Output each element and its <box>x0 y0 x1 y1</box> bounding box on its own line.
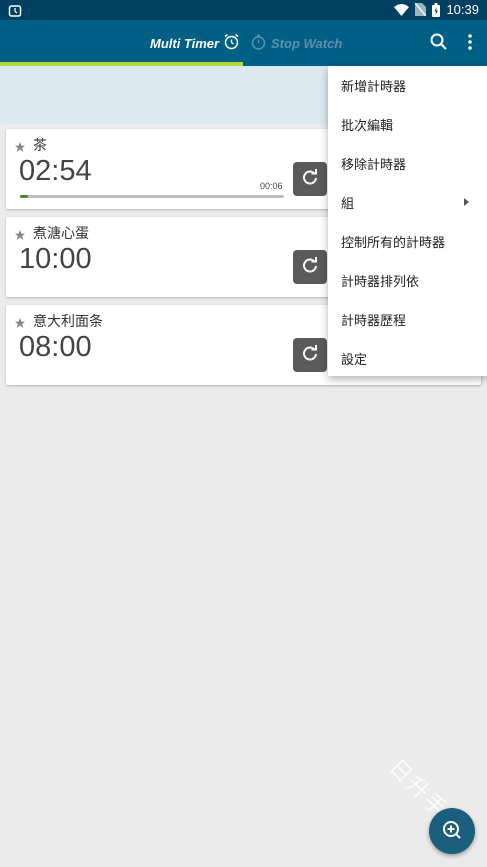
menu-item-batch-edit[interactable]: 批次編輯 <box>328 105 487 144</box>
search-icon[interactable] <box>429 32 449 52</box>
tab-multi-timer-label: Multi Timer <box>150 35 220 51</box>
timer-name: 意大利面条 <box>33 314 103 330</box>
overflow-menu: 新增計時器 批次編輯 移除計時器 組 控制所有的計時器 計時器排列依 計時器歷程… <box>328 66 487 376</box>
menu-item-add-timer[interactable]: 新增計時器 <box>328 66 487 105</box>
wifi-icon <box>394 3 410 16</box>
menu-item-label: 批次編輯 <box>341 119 394 134</box>
menu-item-label: 移除計時器 <box>341 158 407 173</box>
menu-item-remove-timer[interactable]: 移除計時器 <box>328 144 487 183</box>
star-icon[interactable] <box>14 226 26 240</box>
reset-icon <box>301 344 319 366</box>
menu-item-history[interactable]: 計時器歷程 <box>328 300 487 339</box>
star-icon[interactable] <box>14 138 26 152</box>
menu-item-label: 控制所有的計時器 <box>341 236 446 251</box>
battery-icon <box>432 2 441 17</box>
reset-button[interactable] <box>293 162 327 196</box>
reset-icon <box>301 168 319 190</box>
elapsed-time: 00:06 <box>260 181 283 191</box>
reset-button[interactable] <box>293 338 327 372</box>
status-time: 10:39 <box>446 2 479 17</box>
alarm-icon <box>8 3 22 17</box>
timer-time: 02:54 <box>19 155 92 187</box>
tab-stop-watch-label: Stop Watch <box>271 35 343 51</box>
menu-item-label: 設定 <box>341 353 368 368</box>
add-timer-icon <box>440 817 464 845</box>
reset-button[interactable] <box>293 250 327 284</box>
menu-item-label: 新增計時器 <box>341 80 407 95</box>
menu-item-label: 組 <box>341 197 355 212</box>
star-icon[interactable] <box>14 314 26 328</box>
progress-bar <box>20 195 284 198</box>
timer-name: 茶 <box>33 138 47 154</box>
more-vert-icon[interactable] <box>462 32 478 52</box>
timer-time: 10:00 <box>19 243 92 275</box>
menu-item-sort-by[interactable]: 計時器排列依 <box>328 261 487 300</box>
menu-item-control-all[interactable]: 控制所有的計時器 <box>328 222 487 261</box>
menu-item-label: 計時器排列依 <box>341 275 420 290</box>
status-bar: 10:39 <box>0 0 487 20</box>
tab-stop-watch[interactable]: Stop Watch <box>250 20 342 66</box>
tab-multi-timer[interactable]: Multi Timer <box>150 20 240 66</box>
menu-item-group[interactable]: 組 <box>328 183 487 222</box>
app-bar: Multi Timer Stop Watch <box>0 20 487 66</box>
menu-item-label: 計時器歷程 <box>341 314 407 329</box>
alarm-clock-icon <box>223 33 240 53</box>
stopwatch-icon <box>250 33 267 53</box>
progress-fill <box>20 195 28 198</box>
submenu-arrow-icon <box>464 198 469 206</box>
menu-item-settings[interactable]: 設定 <box>328 339 487 378</box>
reset-icon <box>301 256 319 278</box>
timer-name: 煮溏心蛋 <box>33 226 89 242</box>
no-sim-icon <box>415 3 427 16</box>
timer-time: 08:00 <box>19 331 92 363</box>
add-timer-fab[interactable] <box>429 808 475 854</box>
